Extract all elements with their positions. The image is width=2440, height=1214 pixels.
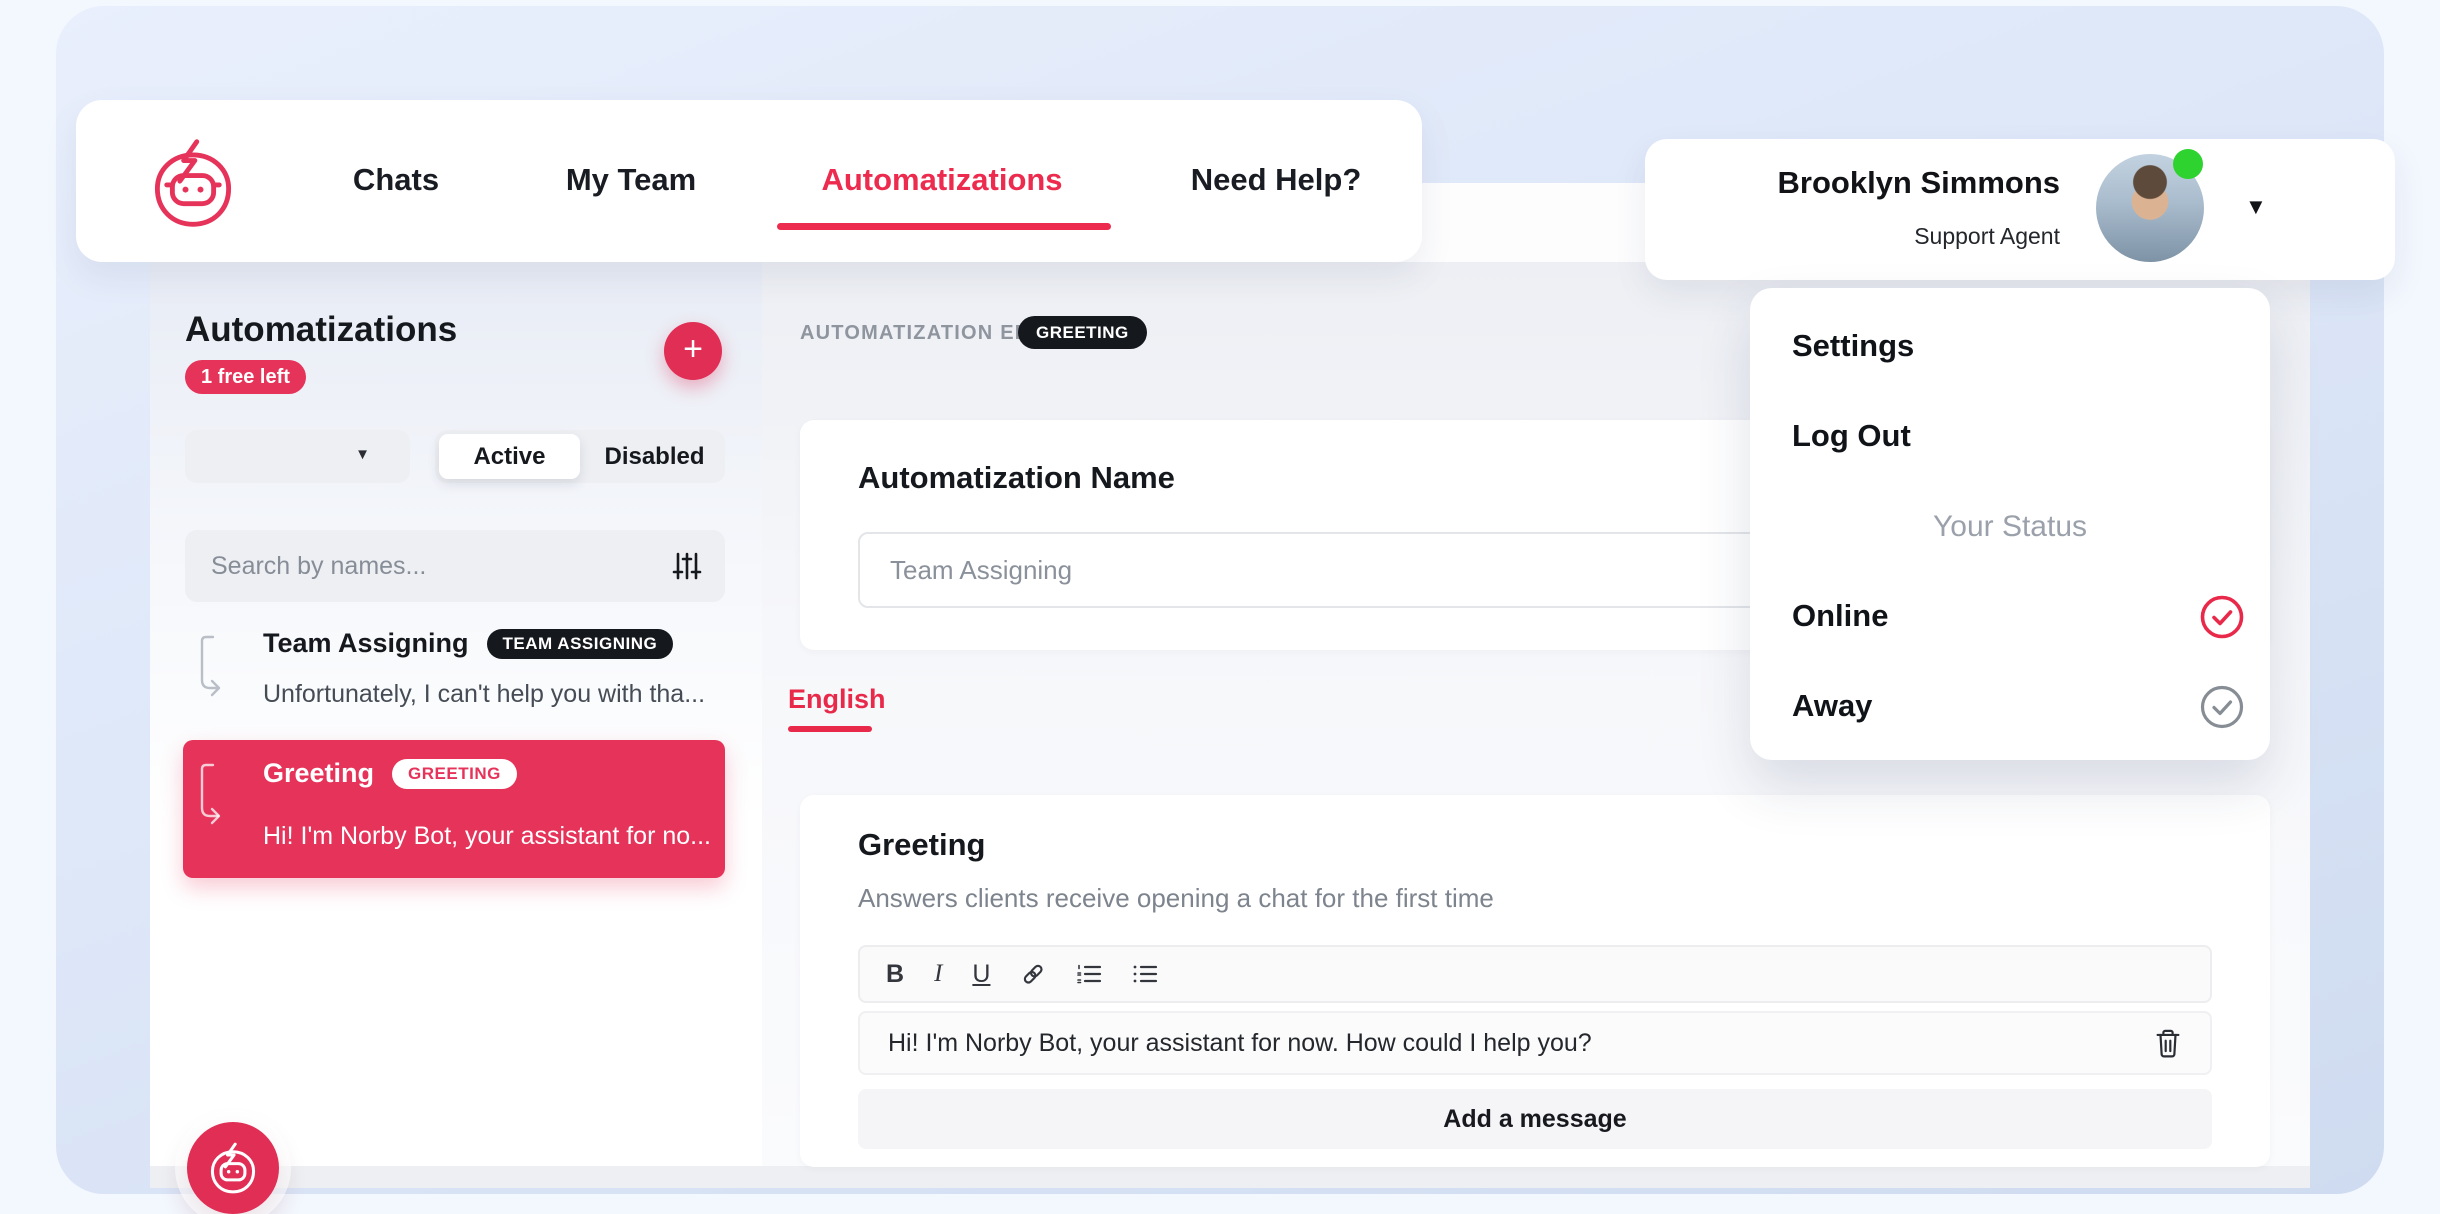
- automation-item-team-assigning[interactable]: Team Assigning TEAM ASSIGNING Unfortunat…: [183, 628, 725, 732]
- nav-item-automatizations[interactable]: Automatizations: [821, 162, 1062, 198]
- user-dropdown-menu: Settings Log Out Your Status Online Away: [1750, 288, 2270, 760]
- automation-type-badge: TEAM ASSIGNING: [487, 629, 674, 659]
- nav-item-chats[interactable]: Chats: [353, 162, 439, 198]
- status-option-away[interactable]: Away: [1792, 688, 1872, 724]
- away-check-icon[interactable]: [2199, 684, 2245, 730]
- language-tab-underline: [788, 726, 872, 732]
- active-tab-underline: [777, 223, 1111, 230]
- filter-sliders-icon[interactable]: [671, 550, 703, 582]
- italic-button[interactable]: I: [934, 960, 942, 988]
- greeting-card-title: Greeting: [858, 827, 985, 863]
- automation-title: Greeting: [263, 758, 374, 789]
- nav-item-need-help[interactable]: Need Help?: [1191, 162, 1362, 198]
- message-text[interactable]: Hi! I'm Norby Bot, your assistant for no…: [888, 1029, 2154, 1058]
- automation-item-greeting[interactable]: Greeting GREETING Hi! I'm Norby Bot, you…: [183, 740, 725, 878]
- editor-breadcrumb-badge: GREETING: [1018, 316, 1147, 349]
- type-filter-select[interactable]: ▼: [185, 430, 410, 483]
- user-profile-menu-trigger[interactable]: Brooklyn Simmons Support Agent ▼: [1645, 139, 2395, 280]
- chevron-down-icon[interactable]: ▼: [2245, 194, 2267, 220]
- automation-type-badge: GREETING: [392, 759, 517, 789]
- ordered-list-icon[interactable]: [1076, 961, 1102, 987]
- greeting-message-card: Greeting Answers clients receive opening…: [800, 795, 2270, 1167]
- search-box: [185, 530, 725, 602]
- branch-arrow-icon: [197, 634, 241, 700]
- automation-preview: Unfortunately, I can't help you with tha…: [263, 680, 705, 709]
- bottom-strip: [150, 1166, 2310, 1188]
- add-automatization-button[interactable]: +: [664, 322, 722, 380]
- status-option-online[interactable]: Online: [1792, 598, 1888, 634]
- menu-item-settings[interactable]: Settings: [1792, 328, 1914, 364]
- online-status-dot: [2173, 149, 2203, 179]
- delete-message-icon[interactable]: [2154, 1028, 2182, 1058]
- add-message-button[interactable]: Add a message: [858, 1089, 2212, 1149]
- automation-preview: Hi! I'm Norby Bot, your assistant for no…: [263, 822, 711, 851]
- search-input[interactable]: [185, 530, 725, 602]
- user-name: Brooklyn Simmons: [1778, 165, 2061, 201]
- your-status-label: Your Status: [1750, 510, 2270, 544]
- page: Chats My Team Automatizations Need Help?…: [0, 0, 2440, 1200]
- automation-title: Team Assigning: [263, 628, 469, 659]
- underline-button[interactable]: U: [972, 960, 990, 989]
- active-disabled-toggle: Active Disabled: [435, 430, 725, 483]
- nav-item-my-team[interactable]: My Team: [566, 162, 696, 198]
- branch-arrow-icon: [197, 762, 241, 828]
- free-left-badge: 1 free left: [185, 360, 306, 394]
- user-role: Support Agent: [1914, 223, 2060, 250]
- greeting-card-description: Answers clients receive opening a chat f…: [858, 883, 1494, 914]
- rich-text-toolbar: B I U: [858, 945, 2212, 1003]
- tab-english[interactable]: English: [788, 684, 886, 715]
- online-check-icon[interactable]: [2199, 594, 2245, 640]
- message-row[interactable]: Hi! I'm Norby Bot, your assistant for no…: [858, 1011, 2212, 1075]
- top-nav-bar: Chats My Team Automatizations Need Help?: [76, 100, 1422, 262]
- bot-widget-button[interactable]: [187, 1122, 279, 1214]
- chevron-down-icon: ▼: [355, 446, 370, 463]
- norby-logo-icon[interactable]: [148, 136, 238, 230]
- name-card-title: Automatization Name: [858, 460, 1175, 496]
- bold-button[interactable]: B: [886, 960, 904, 989]
- menu-item-logout[interactable]: Log Out: [1792, 418, 1911, 454]
- toggle-active[interactable]: Active: [439, 434, 580, 479]
- bullet-list-icon[interactable]: [1132, 961, 1158, 987]
- sidebar-title: Automatizations: [185, 310, 457, 350]
- toggle-disabled[interactable]: Disabled: [584, 430, 725, 483]
- link-icon[interactable]: [1020, 961, 1046, 987]
